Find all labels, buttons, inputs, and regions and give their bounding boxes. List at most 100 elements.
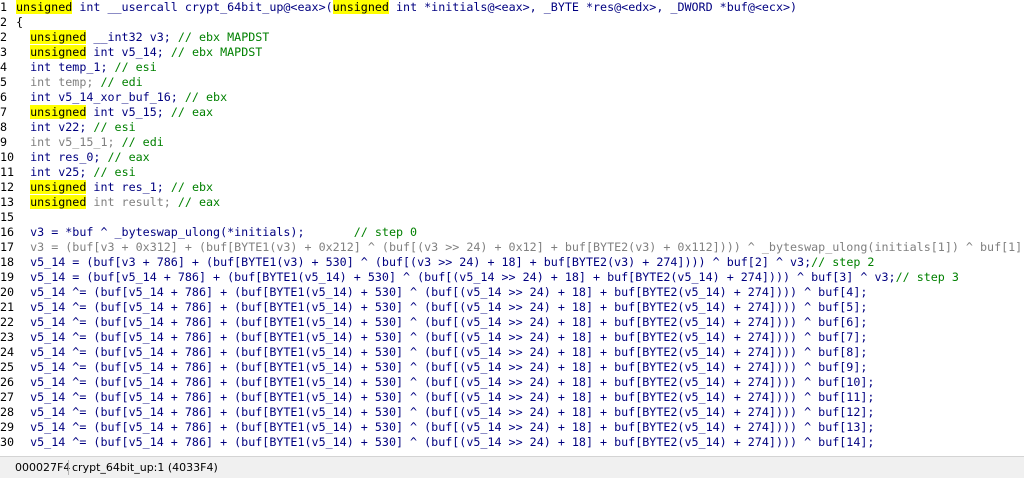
keyword-unsigned: unsigned	[30, 45, 87, 59]
keyword-unsigned: unsigned	[30, 180, 87, 194]
line-number: 28	[0, 405, 15, 419]
line-number: 5	[0, 75, 8, 89]
line-number: 22	[0, 315, 15, 329]
register-comment: // ebx MAPDST	[177, 30, 270, 44]
keyword-unsigned: unsigned	[332, 0, 389, 14]
code-line-blank: 15	[0, 210, 1024, 225]
code-line-statement: 24 v5_14 ^= (buf[v5_14 + 786] + (buf[BYT…	[0, 345, 1024, 360]
code-line-statement: 17 v3 = (buf[v3 + 0x312] + (buf[BYTE1(v3…	[0, 240, 1024, 255]
statement-code: v5_14 ^= (buf[v5_14 + 786] + (buf[BYTE1(…	[30, 375, 875, 389]
line-number: 19	[0, 270, 15, 284]
code-line-declaration: 13 unsigned int result; // eax	[0, 195, 1024, 210]
code-line-statement: 23 v5_14 ^= (buf[v5_14 + 786] + (buf[BYT…	[0, 330, 1024, 345]
step-comment: // step 3	[895, 270, 959, 284]
variable-declaration: int v5_15_1;	[30, 135, 122, 149]
code-line-declaration: 6 int v5_14_xor_buf_16; // ebx	[0, 90, 1024, 105]
code-line-brace: 2{	[0, 15, 1024, 30]
code-line-declaration: 8 int v22; // esi	[0, 120, 1024, 135]
code-line-statement: 25 v5_14 ^= (buf[v5_14 + 786] + (buf[BYT…	[0, 360, 1024, 375]
line-number: 10	[0, 150, 15, 164]
code-line-declaration: 5 int temp; // edi	[0, 75, 1024, 90]
line-number: 24	[0, 345, 15, 359]
variable-declaration: int v25;	[30, 165, 94, 179]
pseudocode-view[interactable]: 1 unsigned int __usercall crypt_64bit_up@…	[0, 0, 1024, 456]
variable-declaration: int res_0;	[30, 150, 108, 164]
status-separator	[68, 460, 69, 475]
status-bar: 000027F4 crypt_64bit_up:1 (4033F4)	[0, 456, 1024, 478]
line-number: 9	[0, 135, 8, 149]
statement-code: v5_14 ^= (buf[v5_14 + 786] + (buf[BYTE1(…	[30, 345, 868, 359]
register-comment: // eax	[177, 195, 221, 209]
line-number: 26	[0, 375, 15, 389]
code-line-declaration: 11 int v25; // esi	[0, 165, 1024, 180]
statement-code: v5_14 ^= (buf[v5_14 + 786] + (buf[BYTE1(…	[30, 360, 868, 374]
line-number: 15	[0, 210, 15, 224]
line-number: 12	[0, 180, 15, 194]
code-line-statement: 26 v5_14 ^= (buf[v5_14 + 786] + (buf[BYT…	[0, 375, 1024, 390]
variable-declaration: int result;	[86, 195, 178, 209]
statement-code: v5_14 ^= (buf[v5_14 + 786] + (buf[BYTE1(…	[30, 300, 868, 314]
line-number: 3	[0, 45, 8, 59]
line-number: 2	[0, 15, 8, 29]
register-comment: // eax	[107, 150, 150, 164]
register-comment: // ebx MAPDST	[170, 45, 263, 59]
line-number: 4	[0, 60, 8, 74]
code-line-statement: 29 v5_14 ^= (buf[v5_14 + 786] + (buf[BYT…	[0, 420, 1024, 435]
code-line-statement: 22 v5_14 ^= (buf[v5_14 + 786] + (buf[BYT…	[0, 315, 1024, 330]
step-comment: // step 0	[353, 225, 418, 239]
statement-code: v5_14 ^= (buf[v5_14 + 786] + (buf[BYTE1(…	[30, 390, 875, 404]
register-comment: // ebx	[184, 90, 228, 104]
step-comment: // step 2	[811, 255, 875, 269]
code-line-declaration: 7 unsigned int v5_15; // eax	[0, 105, 1024, 120]
variable-declaration: int temp_1;	[30, 60, 115, 74]
code-line-statement: 21 v5_14 ^= (buf[v5_14 + 786] + (buf[BYT…	[0, 300, 1024, 315]
code-line-statement: 19 v5_14 = (buf[v5_14 + 786] + (buf[BYTE…	[0, 270, 1024, 285]
line-number: 8	[0, 120, 8, 134]
register-comment: // esi	[93, 165, 136, 179]
code-line-statement: 28 v5_14 ^= (buf[v5_14 + 786] + (buf[BYT…	[0, 405, 1024, 420]
keyword-unsigned: unsigned	[30, 105, 87, 119]
line-number: 30	[0, 435, 15, 449]
variable-declaration: int v5_14_xor_buf_16;	[30, 90, 185, 104]
statement-code: v5_14 ^= (buf[v5_14 + 786] + (buf[BYTE1(…	[30, 435, 875, 449]
line-number: 23	[0, 330, 15, 344]
line-number: 25	[0, 360, 15, 374]
code-line-declaration: 10 int res_0; // eax	[0, 150, 1024, 165]
signature-params: int *initials@<eax>, _BYTE *res@<edx>, _…	[388, 0, 798, 14]
code-line-declaration: 4 int temp_1; // esi	[0, 60, 1024, 75]
line-number: 2	[0, 30, 8, 44]
code-line-statement: 30 v5_14 ^= (buf[v5_14 + 786] + (buf[BYT…	[0, 435, 1024, 450]
variable-declaration: int v22;	[30, 120, 94, 134]
register-comment: // edi	[100, 75, 143, 89]
code-line-statement: 18 v5_14 = (buf[v3 + 786] + (buf[BYTE1(v…	[0, 255, 1024, 270]
statement-code: v5_14 ^= (buf[v5_14 + 786] + (buf[BYTE1(…	[30, 405, 875, 419]
statement-code: v3 = (buf[v3 + 0x312] + (buf[BYTE1(v3) +…	[30, 240, 1024, 254]
code-line-statement: 16 v3 = *buf ^ _byteswap_ulong(*initials…	[0, 225, 1024, 240]
code-line-signature: 1 unsigned int __usercall crypt_64bit_up@…	[0, 0, 1024, 15]
variable-declaration: int temp;	[30, 75, 101, 89]
line-number: 16	[0, 225, 15, 239]
line-number: 1	[0, 0, 8, 14]
statement-code: v5_14 ^= (buf[v5_14 + 786] + (buf[BYTE1(…	[30, 330, 868, 344]
status-function: crypt_64bit_up:1 (4033F4)	[72, 461, 218, 474]
statement-code: v5_14 = (buf[v3 + 786] + (buf[BYTE1(v3) …	[30, 255, 812, 269]
code-line-declaration: 9 int v5_15_1; // edi	[0, 135, 1024, 150]
register-comment: // esi	[114, 60, 157, 74]
code-line-statement: 27 v5_14 ^= (buf[v5_14 + 786] + (buf[BYT…	[0, 390, 1024, 405]
register-comment: // eax	[170, 105, 214, 119]
code-line-statement: 20 v5_14 ^= (buf[v5_14 + 786] + (buf[BYT…	[0, 285, 1024, 300]
keyword-unsigned: unsigned	[30, 195, 87, 209]
keyword-unsigned: unsigned	[30, 30, 87, 44]
variable-declaration: int res_1;	[86, 180, 171, 194]
statement-code: v5_14 = (buf[v5_14 + 786] + (buf[BYTE1(v…	[30, 270, 896, 284]
code-line-declaration: 3 unsigned int v5_14; // ebx MAPDST	[0, 45, 1024, 60]
keyword-unsigned: unsigned	[16, 0, 73, 14]
code-line-declaration: 12 unsigned int res_1; // ebx	[0, 180, 1024, 195]
line-number: 20	[0, 285, 15, 299]
statement-code: v3 = *buf ^ _byteswap_ulong(*initials);	[30, 225, 354, 239]
line-number: 13	[0, 195, 15, 209]
status-address: 000027F4	[15, 461, 71, 474]
line-number: 7	[0, 105, 8, 119]
open-brace: {	[16, 15, 24, 29]
register-comment: // ebx	[170, 180, 214, 194]
